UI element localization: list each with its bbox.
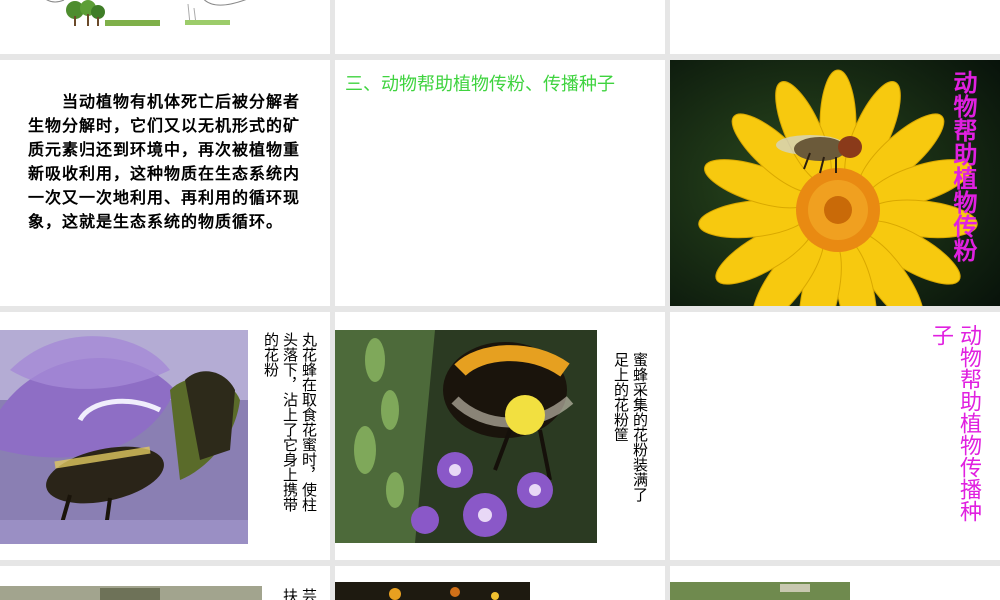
cell-r3-c1	[335, 566, 665, 600]
cell-r0-c1	[335, 0, 665, 54]
vertical-title-seed-col2: 子	[928, 324, 953, 346]
bottom-photo-3	[670, 582, 850, 600]
vertical-title-seed-col1: 动物帮助植物传播种	[956, 324, 981, 522]
bottom-photo-1	[0, 586, 262, 600]
caption-bumblebee-col2: 头落下，沾上了它身上携带	[281, 332, 299, 512]
cell-r1-c1: 三、动物帮助植物传粉、传播种子	[335, 60, 665, 306]
caption-bumblebee-col3: 的花粉	[262, 332, 280, 377]
cell-r1-c2: 动物帮助植物传粉	[670, 60, 1000, 306]
cell-r1-c0: 当动植物有机体死亡后被分解者生物分解时，它们又以无机形式的矿质元素归还到环境中，…	[0, 60, 330, 306]
tree-illustration	[20, 0, 280, 34]
bumblebee-flower-photo	[0, 330, 248, 544]
cell-r0-c2	[670, 0, 1000, 54]
cell-r3-c0: 芸 扶	[0, 566, 330, 600]
cell-r0-c0	[0, 0, 330, 54]
section-heading: 三、动物帮助植物传粉、传播种子	[345, 74, 615, 95]
cell-r3-c2	[670, 566, 1000, 600]
bottom-photo-2	[335, 582, 530, 600]
caption-honeybee-col1: 蜜蜂采集的花粉装满了	[631, 352, 649, 502]
cell-r2-c2: 动物帮助植物传播种 子	[670, 312, 1000, 560]
cell-r2-c1: 蜜蜂采集的花粉装满了 足上的花粉筐	[335, 312, 665, 560]
caption-bumblebee-col1: 丸花蜂在取食花蜜时，使柱	[300, 332, 318, 512]
vertical-title-pollination: 动物帮助植物传粉	[949, 70, 978, 262]
honeybee-pollen-photo	[335, 330, 597, 543]
caption-honeybee-col2: 足上的花粉筐	[612, 352, 630, 442]
caption-bottom-col1: 芸	[300, 588, 318, 600]
body-paragraph: 当动植物有机体死亡后被分解者生物分解时，它们又以无机形式的矿质元素归还到环境中，…	[28, 92, 301, 231]
caption-bottom-col2: 扶	[281, 588, 299, 600]
cell-r2-c0: 丸花蜂在取食花蜜时，使柱 头落下，沾上了它身上携带 的花粉	[0, 312, 330, 560]
